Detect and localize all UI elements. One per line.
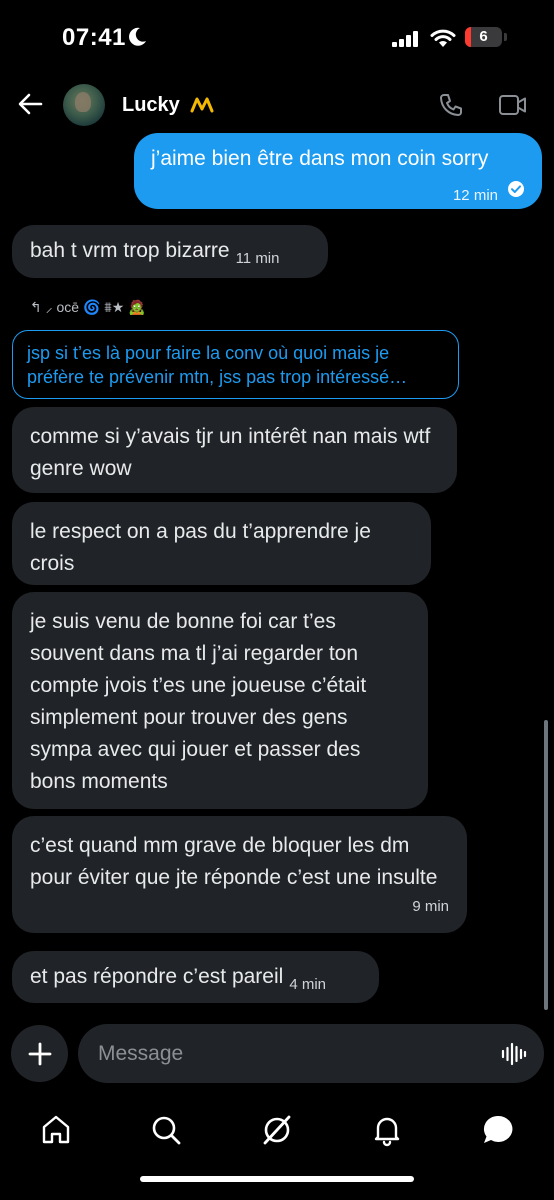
part-alternation-mark-icon <box>190 97 214 113</box>
received-message[interactable]: c’est quand mm grave de bloquer les dm p… <box>12 816 467 933</box>
read-check-icon <box>508 181 524 197</box>
received-message[interactable]: le respect on a pas du t’apprendre je cr… <box>12 502 431 585</box>
conversation-header: Lucky <box>0 76 554 134</box>
message-text: j’aime bien être dans mon coin sorry <box>151 147 489 170</box>
notifications-icon[interactable] <box>367 1110 407 1150</box>
scrollbar[interactable] <box>544 720 548 1010</box>
messages-icon[interactable] <box>478 1110 518 1150</box>
home-icon[interactable] <box>36 1110 76 1150</box>
voice-message-icon[interactable] <box>501 1041 527 1067</box>
bottom-navigation <box>0 1090 554 1160</box>
status-bar: 07:41 6 <box>0 0 554 76</box>
home-indicator <box>140 1176 414 1182</box>
reply-author: ↰ ⸝ ᴏᴄē 🌀 ⩩★ 🧟 <box>30 299 146 315</box>
search-icon[interactable] <box>146 1110 186 1150</box>
message-time: 9 min <box>412 898 449 915</box>
add-attachment-button[interactable] <box>11 1025 68 1082</box>
message-input[interactable] <box>78 1024 544 1083</box>
contact-avatar[interactable] <box>63 84 105 126</box>
sent-message[interactable]: j’aime bien être dans mon coin sorry 12 … <box>134 133 542 209</box>
message-text: et pas répondre c’est pareil <box>30 965 284 988</box>
grok-icon[interactable] <box>257 1110 297 1150</box>
wifi-icon <box>430 29 456 47</box>
message-text: je suis venu de bonne foi car t’es souve… <box>30 610 367 793</box>
received-message[interactable]: et pas répondre c’est pareil 4 min <box>12 951 379 1003</box>
back-arrow-icon[interactable] <box>16 90 44 118</box>
received-message[interactable]: bah t vrm trop bizarre 11 min <box>12 225 328 278</box>
battery-indicator: 6 <box>465 27 502 47</box>
message-time: 4 min <box>289 976 326 993</box>
contact-name[interactable]: Lucky <box>122 94 180 117</box>
status-time: 07:41 <box>62 24 126 51</box>
message-text: c’est quand mm grave de bloquer les dm p… <box>30 834 438 889</box>
video-call-icon[interactable] <box>498 93 528 117</box>
moon-icon <box>129 27 146 46</box>
message-text: le respect on a pas du t’apprendre je cr… <box>30 520 371 575</box>
received-message[interactable]: comme si y’avais tjr un intérêt nan mais… <box>12 407 457 493</box>
plus-icon <box>28 1042 52 1066</box>
phone-call-icon[interactable] <box>438 92 464 118</box>
battery-level: 6 <box>479 28 488 45</box>
message-text: bah t vrm trop bizarre <box>30 239 230 262</box>
message-time: 11 min <box>235 250 280 267</box>
received-message[interactable]: je suis venu de bonne foi car t’es souve… <box>12 592 428 809</box>
battery-cap <box>504 33 507 41</box>
quoted-message[interactable]: jsp si t’es là pour faire la conv où quo… <box>12 330 459 399</box>
signal-icon <box>392 31 418 47</box>
message-time: 12 min <box>452 187 498 204</box>
message-text: comme si y’avais tjr un intérêt nan mais… <box>30 425 431 480</box>
